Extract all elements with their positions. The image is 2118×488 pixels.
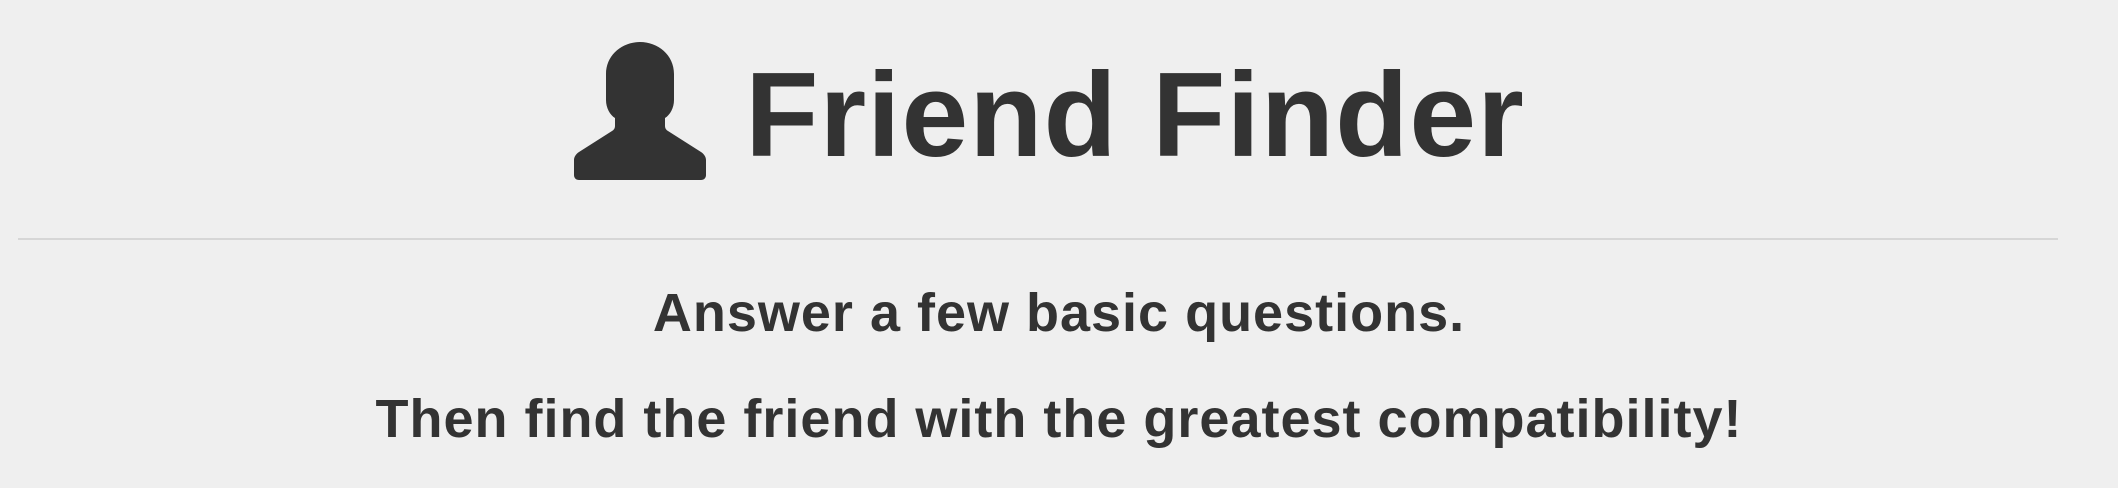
header-divider xyxy=(18,238,2058,240)
page-header: Friend Finder xyxy=(0,40,2118,190)
intro-line-2: Then find the friend with the greatest c… xyxy=(375,389,1743,449)
user-icon xyxy=(573,42,707,180)
page-title: Friend Finder xyxy=(745,48,1525,182)
intro-line-1: Answer a few basic questions. xyxy=(652,283,1466,343)
title-group: Friend Finder xyxy=(573,42,1525,182)
